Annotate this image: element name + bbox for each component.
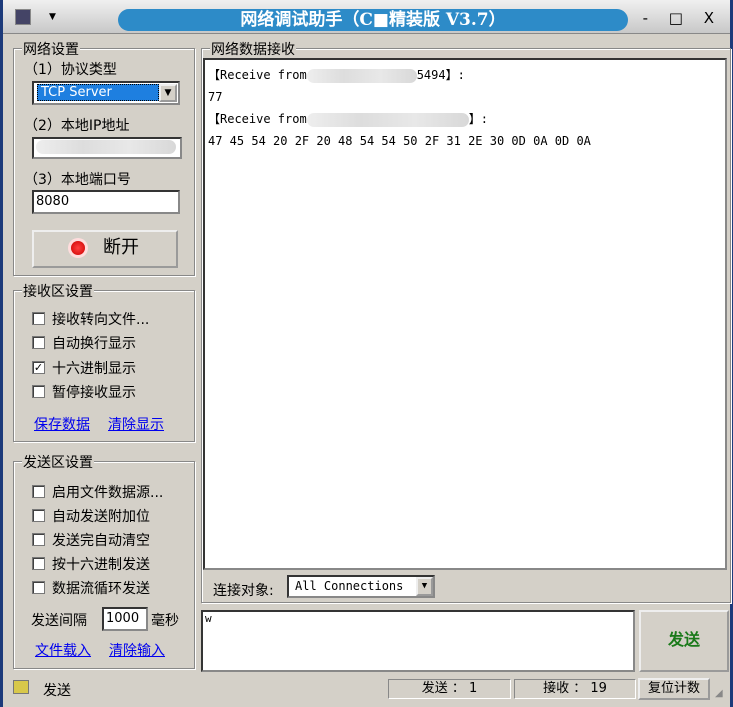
chevron-down-icon[interactable]: ▼ <box>159 84 177 102</box>
send-textarea[interactable]: w <box>201 610 635 672</box>
window-title: 网络调试助手（C■精装版 V3.7） <box>118 9 628 31</box>
app-icon[interactable] <box>15 9 31 25</box>
group-legend: 网络数据接收 <box>210 39 296 59</box>
checkbox-label: 自动发送附加位 <box>52 509 150 525</box>
group-legend: 网络设置 <box>22 39 80 59</box>
load-file-link[interactable]: 文件载入 <box>35 640 91 660</box>
group-legend: 发送区设置 <box>22 452 94 472</box>
checkbox-label: 数据流循环发送 <box>52 581 150 597</box>
send-button[interactable]: 发送 <box>639 610 729 672</box>
checkbox-auto-wrap[interactable] <box>32 336 45 349</box>
checkbox-pause-display[interactable] <box>32 385 45 398</box>
window-controls[interactable]: - □ X <box>643 9 722 27</box>
checkbox-label: 按十六进制发送 <box>52 557 150 573</box>
port-field[interactable]: 8080 <box>32 190 180 214</box>
clear-input-link[interactable]: 清除输入 <box>109 640 165 660</box>
status-mode: 发送 <box>43 683 71 699</box>
chevron-down-icon[interactable]: ▼ <box>416 577 433 596</box>
main-window: ▼ 网络调试助手（C■精装版 V3.7） - □ X 网络设置 （1）协议类型 … <box>3 0 731 707</box>
checkbox-label: 十六进制显示 <box>52 361 136 377</box>
system-menu-arrow-icon[interactable]: ▼ <box>49 12 56 22</box>
send-settings-group: 发送区设置 启用文件数据源... 自动发送附加位 发送完自动清空 按十六进制发送… <box>13 452 195 669</box>
title-bar: ▼ 网络调试助手（C■精装版 V3.7） - □ X <box>3 0 730 34</box>
received-count: 接收 ： 19 <box>514 679 636 699</box>
checkbox-recv-to-file[interactable] <box>32 312 45 325</box>
line-prefix: 【Receive from <box>208 68 307 82</box>
disconnect-label: 断开 <box>103 237 139 258</box>
protocol-selected: TCP Server <box>37 84 159 101</box>
checkbox-label: 暂停接收显示 <box>52 385 136 401</box>
group-legend: 接收区设置 <box>22 281 94 301</box>
receive-settings-group: 接收区设置 接收转向文件... 自动换行显示 ✓ 十六进制显示 暂停接收显示 保存… <box>13 281 195 442</box>
receive-textarea[interactable]: 【Receive from 5494】: 77 【Receive from 】: 4… <box>203 58 727 570</box>
line-prefix: 【Receive from <box>208 112 307 126</box>
receive-line: 【Receive from 5494】: <box>208 64 722 86</box>
receive-line: 77 <box>208 90 223 104</box>
checkbox-label: 接收转向文件... <box>52 312 150 328</box>
interval-label: 发送间隔 <box>31 613 87 629</box>
checkbox-hex-display[interactable]: ✓ <box>32 361 45 374</box>
reset-count-button[interactable]: 复位计数 <box>638 678 710 700</box>
ip-label: （2）本地IP地址 <box>24 118 130 134</box>
resize-grip-icon[interactable]: ◢ <box>715 688 723 699</box>
clear-display-link[interactable]: 清除显示 <box>108 414 164 434</box>
checkbox-label: 自动换行显示 <box>52 336 136 352</box>
ip-field[interactable] <box>32 137 182 159</box>
checkbox-file-source[interactable] <box>32 485 45 498</box>
receive-line: 47 45 54 20 2F 20 48 54 54 50 2F 31 2E 3… <box>208 134 591 148</box>
target-label: 连接对象: <box>213 583 274 599</box>
checkbox-label: 启用文件数据源... <box>52 485 164 501</box>
checkbox-label: 发送完自动清空 <box>52 533 150 549</box>
protocol-label: （1）协议类型 <box>24 62 117 78</box>
checkbox-hex-send[interactable] <box>32 557 45 570</box>
save-data-link[interactable]: 保存数据 <box>34 414 90 434</box>
disconnect-button[interactable]: 断开 <box>32 230 178 268</box>
interval-field[interactable]: 1000 <box>102 607 148 631</box>
sent-count: 发送 ： 1 <box>388 679 511 699</box>
line-suffix: 5494】: <box>416 68 465 82</box>
receive-line: 【Receive from 】: <box>208 108 722 130</box>
port-label: （3）本地端口号 <box>24 172 131 188</box>
checkbox-loop-send[interactable] <box>32 581 45 594</box>
network-settings-group: 网络设置 （1）协议类型 TCP Server ▼ （2）本地IP地址 （3）本… <box>13 39 195 276</box>
checkbox-append-bits[interactable] <box>32 509 45 522</box>
line-suffix: 】: <box>468 112 488 126</box>
protocol-select[interactable]: TCP Server ▼ <box>32 81 180 105</box>
target-select[interactable]: All Connections ▼ <box>287 575 435 598</box>
target-selected: All Connections <box>295 579 404 593</box>
interval-unit: 毫秒 <box>151 613 179 629</box>
status-led-icon <box>71 241 85 255</box>
checkbox-auto-clear[interactable] <box>32 533 45 546</box>
hand-pointer-icon <box>13 680 29 694</box>
